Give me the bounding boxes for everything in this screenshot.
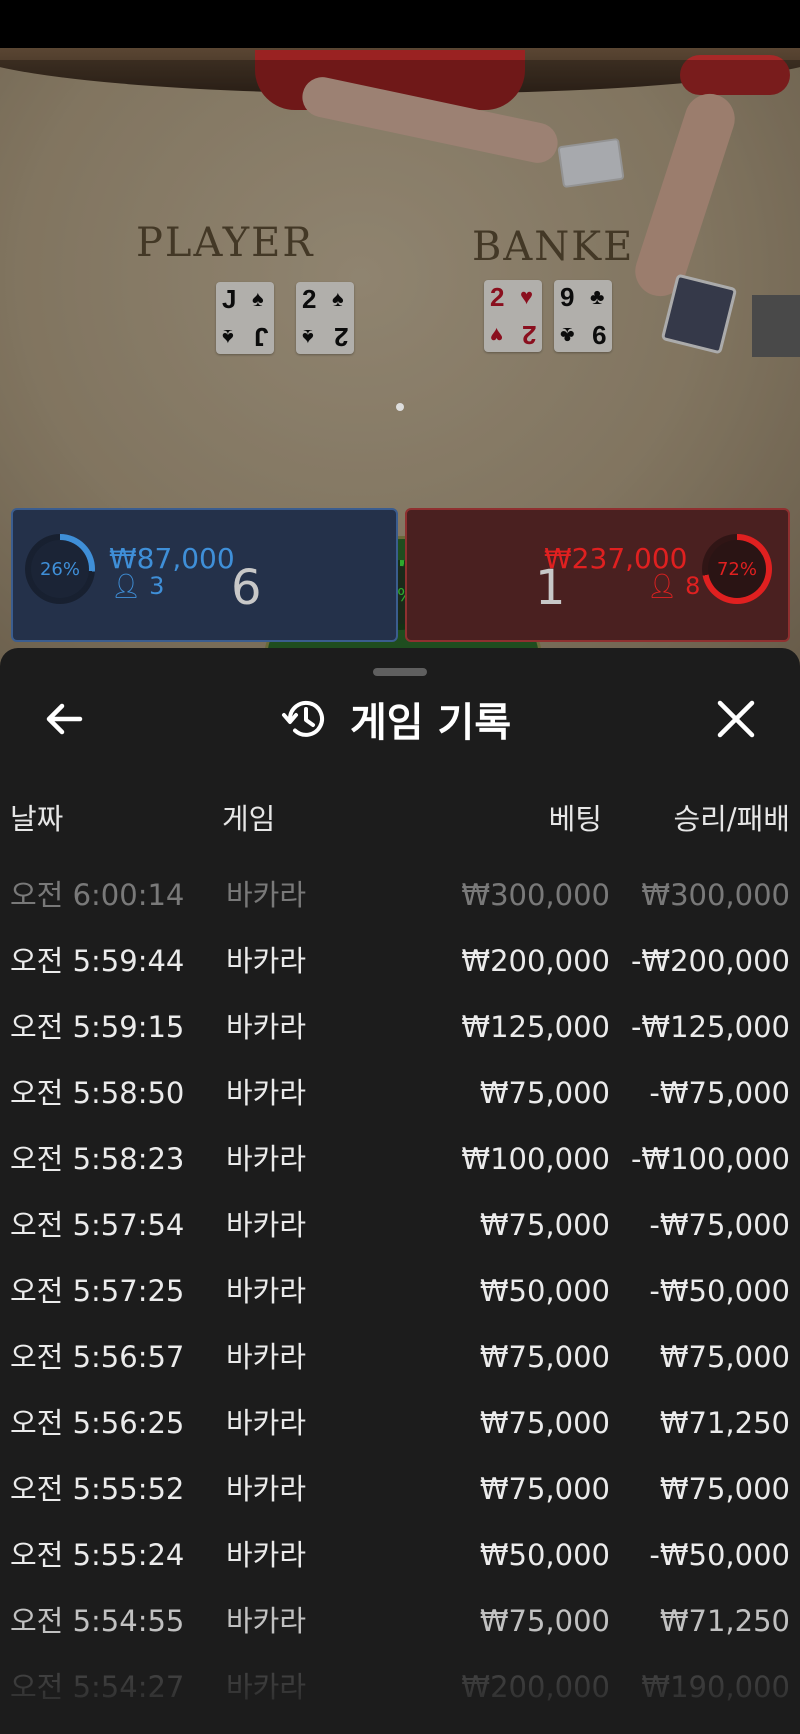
screen: PLAYER BANKE J ♠ ♠ J 2 ♠ ♠ 2 2 ♥ ♥ 2 9 ♣ ♣ 9 2% 26% ₩8… <box>0 0 800 1734</box>
row-date: 오전 5:58:23 <box>10 1142 185 1176</box>
row-bet: ₩75,000 <box>479 1340 610 1374</box>
row-bet: ₩50,000 <box>479 1538 610 1572</box>
user-icon: 👤︎ <box>111 572 142 600</box>
row-date: 오전 5:55:24 <box>10 1538 185 1572</box>
banker-percent-ring: 72% <box>702 534 772 604</box>
column-header-date: 날짜 <box>10 802 64 836</box>
user-icon: 👤︎ <box>647 572 678 600</box>
row-game: 바카라 <box>226 944 307 978</box>
row-game: 바카라 <box>226 878 307 912</box>
close-icon <box>717 700 755 738</box>
table-row: 오전 5:57:25 바카라 ₩50,000 -₩50,000 <box>0 1258 800 1324</box>
close-button[interactable] <box>710 693 762 745</box>
row-bet: ₩300,000 <box>461 878 610 912</box>
row-result: -₩125,000 <box>630 1010 790 1044</box>
table-row: 오전 5:58:23 바카라 ₩100,000 -₩100,000 <box>0 1126 800 1192</box>
row-game: 바카라 <box>226 1340 307 1374</box>
row-result: ₩300,000 <box>641 878 790 912</box>
row-game: 바카라 <box>226 1010 307 1044</box>
row-bet: ₩75,000 <box>479 1208 610 1242</box>
player-percent: 26% <box>31 540 89 598</box>
banker-score: 1 <box>535 560 566 616</box>
row-result: -₩50,000 <box>649 1538 790 1572</box>
row-bet: ₩200,000 <box>461 944 610 978</box>
row-date: 오전 5:59:15 <box>10 1010 185 1044</box>
table-row: 오전 5:57:54 바카라 ₩75,000 -₩75,000 <box>0 1192 800 1258</box>
row-bet: ₩75,000 <box>479 1076 610 1110</box>
row-date: 오전 5:58:50 <box>10 1076 185 1110</box>
player-score: 6 <box>231 560 262 616</box>
row-game: 바카라 <box>226 1076 307 1110</box>
back-button[interactable] <box>38 693 90 745</box>
table-row: 오전 5:58:50 바카라 ₩75,000 -₩75,000 <box>0 1060 800 1126</box>
row-result: -₩200,000 <box>630 944 790 978</box>
row-result: ₩75,000 <box>659 1340 790 1374</box>
sheet-header: 게임 기록 <box>280 693 512 746</box>
row-game: 바카라 <box>226 1274 307 1308</box>
arrow-left-icon <box>46 703 83 735</box>
player-bet-amount: ₩87,000 <box>109 542 235 575</box>
table-row: 오전 5:56:57 바카라 ₩75,000 ₩75,000 <box>0 1324 800 1390</box>
row-game: 바카라 <box>226 1472 307 1506</box>
row-date: 오전 5:57:54 <box>10 1208 185 1242</box>
sheet-title: 게임 기록 <box>350 700 512 746</box>
player-bet-spot[interactable]: 26% ₩87,000 👤︎ 3 6 <box>11 508 398 642</box>
player-percent-ring: 26% <box>25 534 95 604</box>
table-row: 오전 5:59:44 바카라 ₩200,000 -₩200,000 <box>0 928 800 994</box>
row-bet: ₩50,000 <box>479 1274 610 1308</box>
row-date: 오전 5:56:57 <box>10 1340 185 1374</box>
row-game: 바카라 <box>226 1538 307 1572</box>
row-bet: ₩100,000 <box>461 1142 610 1176</box>
column-header-game: 게임 <box>222 802 276 836</box>
table-row: 오전 5:56:25 바카라 ₩75,000 ₩71,250 <box>0 1390 800 1456</box>
table-row: 오전 5:55:52 바카라 ₩75,000 ₩75,000 <box>0 1456 800 1522</box>
row-date: 오전 5:55:52 <box>10 1472 185 1506</box>
row-result: -₩75,000 <box>649 1208 790 1242</box>
row-date: 오전 6:00:14 <box>10 878 185 912</box>
banker-bet-spot[interactable]: ₩237,000 👤︎ 8 1 72% <box>405 508 790 642</box>
row-game: 바카라 <box>226 1142 307 1176</box>
row-result: -₩100,000 <box>630 1142 790 1176</box>
banker-bettor-count: 👤︎ 8 <box>647 572 701 600</box>
row-date: 오전 5:59:44 <box>10 944 185 978</box>
row-date: 오전 5:57:25 <box>10 1274 185 1308</box>
row-result: ₩71,250 <box>659 1406 790 1440</box>
row-game: 바카라 <box>226 1208 307 1242</box>
drag-handle[interactable] <box>373 668 427 676</box>
row-bet: ₩75,000 <box>479 1406 610 1440</box>
row-game: 바카라 <box>226 1406 307 1440</box>
column-header-result: 승리/패배 <box>673 802 791 836</box>
banker-percent: 72% <box>708 540 766 598</box>
row-result: -₩50,000 <box>649 1274 790 1308</box>
table-row: 오전 5:59:15 바카라 ₩125,000 -₩125,000 <box>0 994 800 1060</box>
row-bet: ₩75,000 <box>479 1472 610 1506</box>
table-row: 오전 5:55:24 바카라 ₩50,000 -₩50,000 <box>0 1522 800 1588</box>
player-bettor-count: 👤︎ 3 <box>111 572 165 600</box>
row-bet: ₩125,000 <box>461 1010 610 1044</box>
row-result: -₩75,000 <box>649 1076 790 1110</box>
scroll-fade <box>0 1640 800 1734</box>
column-header-bet: 베팅 <box>548 802 602 836</box>
row-result: ₩75,000 <box>659 1472 790 1506</box>
video-dot <box>396 403 404 411</box>
history-clock-icon <box>282 700 324 737</box>
row-date: 오전 5:56:25 <box>10 1406 185 1440</box>
table-row: 오전 6:00:14 바카라 ₩300,000 ₩300,000 <box>0 862 800 928</box>
